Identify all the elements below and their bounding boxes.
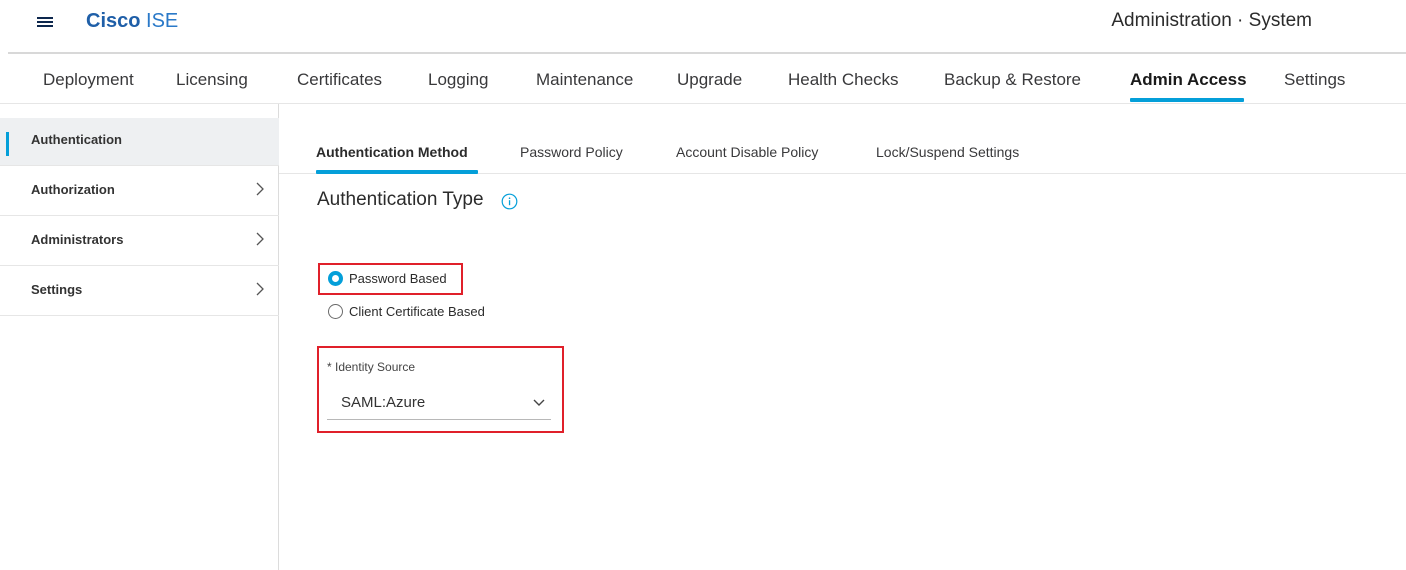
tab-deployment[interactable]: Deployment: [43, 70, 134, 90]
radio-unchecked-icon[interactable]: [328, 304, 343, 319]
radio-checked-icon[interactable]: [328, 271, 343, 286]
sidebar-item-label: Authorization: [31, 182, 115, 197]
sidebar-item-label: Administrators: [31, 232, 124, 247]
identity-source-select[interactable]: SAML:Azure: [327, 384, 551, 420]
top-nav: Deployment Licensing Certificates Loggin…: [0, 54, 1406, 104]
tab-maintenance[interactable]: Maintenance: [536, 70, 633, 90]
tab-admin-access[interactable]: Admin Access: [1130, 70, 1247, 90]
chevron-right-icon: [256, 182, 264, 196]
sidebar-item-label: Settings: [31, 282, 83, 297]
chevron-right-icon: [256, 282, 264, 296]
info-circle-icon[interactable]: [501, 193, 518, 210]
section-title: Authentication Type: [317, 189, 484, 210]
sidebar-item-settings[interactable]: Settings: [0, 266, 279, 316]
sidebar-item-label: Authentication: [31, 132, 122, 147]
tab-health-checks[interactable]: Health Checks: [788, 70, 899, 90]
sidebar-item-administrators[interactable]: Administrators: [0, 216, 279, 266]
subtab-account-disable-policy[interactable]: Account Disable Policy: [676, 144, 818, 160]
hamburger-menu-icon[interactable]: [34, 12, 58, 32]
radio-label: Client Certificate Based: [349, 304, 485, 319]
chevron-right-icon: [256, 232, 264, 246]
tab-certificates[interactable]: Certificates: [297, 70, 382, 90]
app-header: Cisco ISE Administration · System: [0, 0, 1406, 52]
tab-settings[interactable]: Settings: [1284, 70, 1345, 90]
sub-tabs: Authentication Method Password Policy Ac…: [279, 104, 1406, 174]
tab-backup-restore[interactable]: Backup & Restore: [944, 70, 1081, 90]
breadcrumb: Administration · System: [1111, 10, 1312, 31]
tab-licensing[interactable]: Licensing: [176, 70, 248, 90]
radio-label: Password Based: [349, 271, 447, 286]
active-subtab-indicator: [316, 170, 478, 174]
subtab-password-policy[interactable]: Password Policy: [520, 144, 623, 160]
subtab-lock-suspend-settings[interactable]: Lock/Suspend Settings: [876, 144, 1019, 160]
chevron-down-icon: [533, 399, 545, 406]
active-tab-indicator: [1130, 98, 1244, 102]
radio-password-based[interactable]: Password Based: [328, 270, 458, 288]
tab-logging[interactable]: Logging: [428, 70, 489, 90]
sidebar: Authentication Authorization Administrat…: [0, 104, 279, 570]
sidebar-item-authentication[interactable]: Authentication: [0, 118, 279, 166]
identity-source-label: * Identity Source: [327, 360, 416, 374]
brand-ise: ISE: [140, 10, 179, 32]
identity-source-value: SAML:Azure: [341, 394, 426, 411]
sidebar-item-authorization[interactable]: Authorization: [0, 166, 279, 216]
brand-cisco: Cisco: [86, 10, 141, 32]
radio-client-certificate-based[interactable]: Client Certificate Based: [328, 303, 498, 321]
tab-upgrade[interactable]: Upgrade: [677, 70, 742, 90]
subtab-authentication-method[interactable]: Authentication Method: [316, 144, 468, 160]
app-brand[interactable]: Cisco ISE: [86, 9, 178, 33]
